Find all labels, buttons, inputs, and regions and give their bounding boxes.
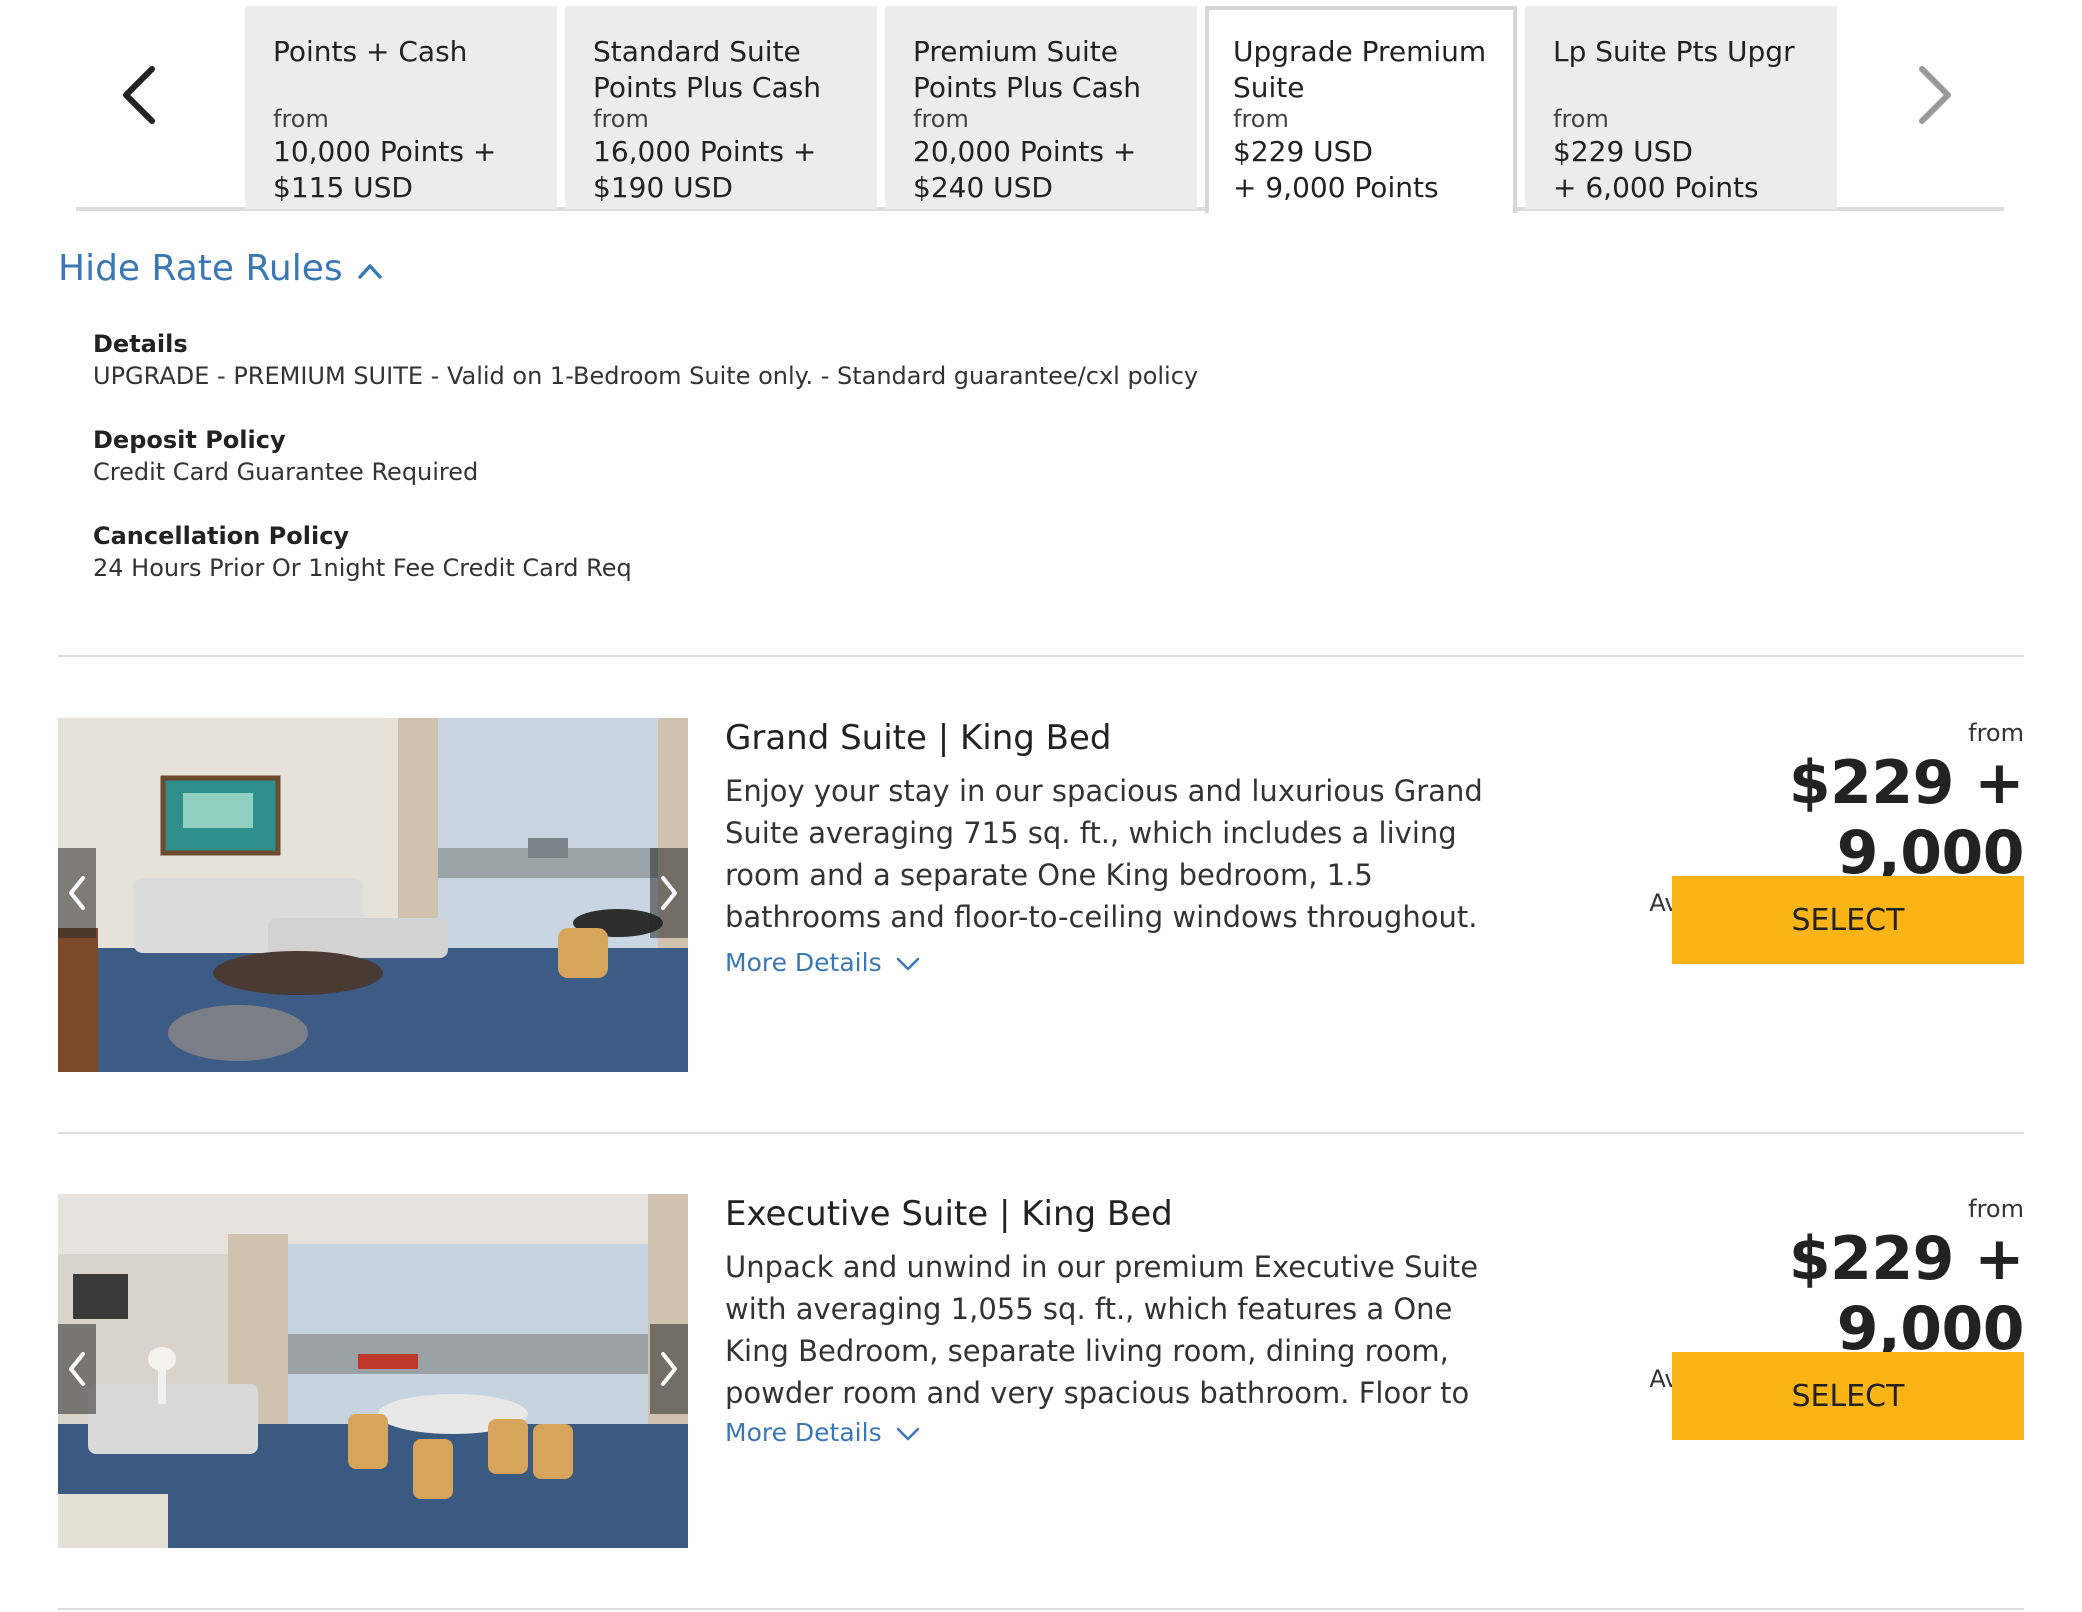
room-photo-image [58,718,688,1072]
rate-tab-price: + 6,000 Points [1553,171,1759,204]
chevron-down-icon [896,948,920,977]
rule-label: Details [93,330,188,358]
select-button[interactable]: SELECT [1672,876,2024,964]
rate-tab-name: Lp Suite Pts Upgr [1553,35,1795,68]
rate-tab-price: $229 USD [1553,135,1693,168]
rule-cancellation-policy: Cancellation Policy 24 Hours Prior Or 1n… [93,520,1693,584]
chevron-left-icon [67,875,87,911]
rate-tab-name: Standard Suite Points Plus Cash [593,35,821,104]
rate-tab-name: Points + Cash [273,35,468,68]
room-row-grand-suite: Grand Suite | King Bed Enjoy your stay i… [58,718,2025,1078]
rate-tab-from: from [1233,105,1289,133]
chevron-down-icon [896,1418,920,1447]
rate-tab-price: 16,000 Points + [593,135,817,168]
rate-tab-lp-suite-pts-upgr[interactable]: Lp Suite Pts Upgr from $229 USD + 6,000 … [1525,6,1837,209]
rate-rules: Details UPGRADE - PREMIUM SUITE - Valid … [93,328,1693,616]
more-details-label: More Details [725,948,882,977]
rule-value: Credit Card Guarantee Required [93,458,479,486]
more-details-link[interactable]: More Details [725,948,920,977]
room-photo [58,1194,688,1548]
rule-label: Deposit Policy [93,426,286,454]
rate-tab-from: from [1553,105,1609,133]
rate-tab-price: $115 USD [273,171,413,204]
rate-tab-price: $229 USD [1233,135,1373,168]
carousel-prev-button[interactable] [88,40,188,150]
carousel-next-button[interactable] [1886,40,1986,150]
more-details-link[interactable]: More Details [725,1418,920,1447]
photo-prev-button[interactable] [58,848,96,938]
rate-tab-from: from [913,105,969,133]
photo-next-button[interactable] [650,848,688,938]
chevron-right-icon [659,875,679,911]
photo-prev-button[interactable] [58,1324,96,1414]
price-from-label: from [1968,1195,2024,1223]
chevron-left-icon [118,63,158,127]
section-divider [58,655,2024,657]
select-button[interactable]: SELECT [1672,1352,2024,1440]
rate-tab-upgrade-premium-suite[interactable]: Upgrade Premium Suite from $229 USD + 9,… [1205,6,1517,213]
rule-value: 24 Hours Prior Or 1night Fee Credit Card… [93,554,632,582]
rule-deposit-policy: Deposit Policy Credit Card Guarantee Req… [93,424,1693,488]
chevron-up-icon [357,248,383,289]
rule-details: Details UPGRADE - PREMIUM SUITE - Valid … [93,328,1693,392]
price-amount: $229 + 9,000 [1788,748,2025,888]
rate-tab-name: Upgrade Premium Suite [1233,35,1487,104]
room-row-executive-suite: Executive Suite | King Bed Unpack and un… [58,1194,2025,1554]
room-title: Executive Suite | King Bed [725,1194,1173,1234]
rate-tab-from: from [593,105,649,133]
room-info: Grand Suite | King Bed Enjoy your stay i… [725,718,1525,977]
room-description: Unpack and unwind in our premium Executi… [725,1250,1479,1410]
rate-tab-price: $240 USD [913,171,1053,204]
chevron-right-icon [659,1351,679,1387]
rate-tab-price: 20,000 Points + [913,135,1137,168]
more-details-label: More Details [725,1418,882,1447]
rate-tab-name: Premium Suite Points Plus Cash [913,35,1141,104]
room-photo-image [58,1194,688,1548]
room-title: Grand Suite | King Bed [725,718,1112,758]
room-photo [58,718,688,1072]
rate-tab-premium-suite[interactable]: Premium Suite Points Plus Cash from 20,0… [885,6,1197,209]
rate-tab-price: + 9,000 Points [1233,171,1439,204]
rate-tab-points-cash[interactable]: Points + Cash from 10,000 Points + $115 … [245,6,557,209]
rule-value: UPGRADE - PREMIUM SUITE - Valid on 1-Bed… [93,362,1199,390]
section-divider [58,1608,2024,1610]
rate-tab-price: $190 USD [593,171,733,204]
room-description: Enjoy your stay in our spacious and luxu… [725,774,1483,934]
room-info: Executive Suite | King Bed Unpack and un… [725,1194,1525,1447]
photo-next-button[interactable] [650,1324,688,1414]
rate-tab-price: 10,000 Points + [273,135,497,168]
chevron-left-icon [67,1351,87,1387]
price-amount: $229 + 9,000 [1788,1224,2025,1364]
price-from-label: from [1968,719,2024,747]
rate-tab-standard-suite[interactable]: Standard Suite Points Plus Cash from 16,… [565,6,877,209]
section-divider [58,1132,2024,1134]
hide-rate-rules-link[interactable]: Hide Rate Rules [58,248,383,289]
rule-label: Cancellation Policy [93,522,350,550]
chevron-right-icon [1916,63,1956,127]
rate-carousel: Points + Cash from 10,000 Points + $115 … [0,0,2082,215]
rate-tab-from: from [273,105,329,133]
rules-toggle-label: Hide Rate Rules [58,248,343,289]
